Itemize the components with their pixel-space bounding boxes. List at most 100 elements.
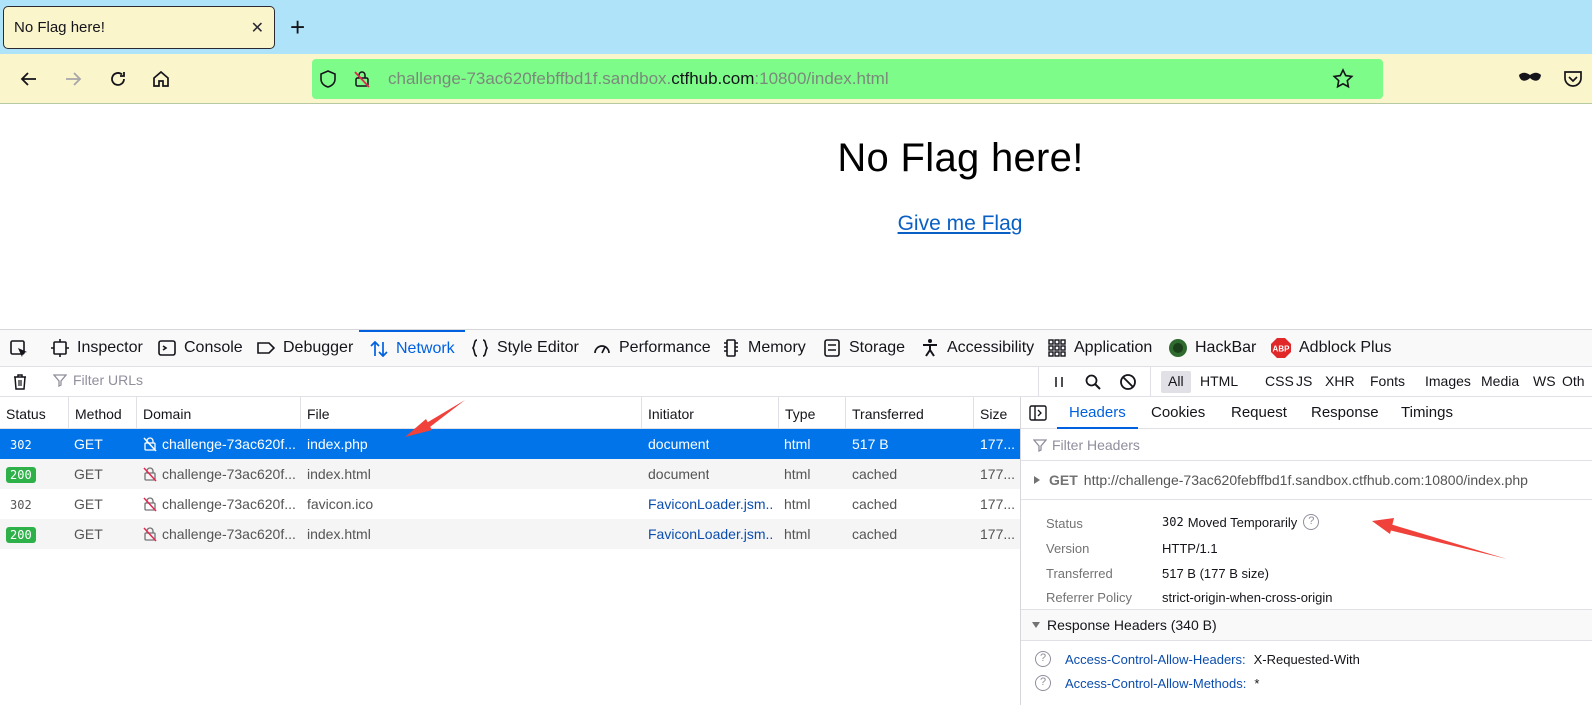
column-header-type[interactable]: Type xyxy=(778,397,815,429)
tab-label: Memory xyxy=(748,339,806,356)
forward-arrow-icon xyxy=(66,72,82,86)
filter-icon xyxy=(1033,439,1047,452)
response-headers-section[interactable]: Response Headers (340 B) xyxy=(1021,609,1592,641)
filter-media[interactable]: Media xyxy=(1474,371,1526,393)
new-tab-button[interactable]: + xyxy=(290,14,305,40)
tab-request[interactable]: Request xyxy=(1231,397,1287,429)
tab-response[interactable]: Response xyxy=(1311,397,1379,429)
filter-html[interactable]: HTML xyxy=(1193,371,1245,393)
filter-icon xyxy=(53,374,67,387)
column-header-domain[interactable]: Domain xyxy=(136,397,191,429)
tab-debugger[interactable]: Debugger xyxy=(256,330,353,366)
size-cell: 177... xyxy=(980,466,1016,482)
back-arrow-icon xyxy=(20,72,36,86)
block-icon[interactable] xyxy=(1119,373,1137,391)
trash-icon[interactable] xyxy=(11,373,29,391)
element-picker-icon[interactable] xyxy=(9,339,29,359)
version-value: HTTP/1.1 xyxy=(1162,541,1218,556)
tab-console[interactable]: Console xyxy=(157,330,243,366)
filter-fonts[interactable]: Fonts xyxy=(1363,371,1412,393)
version-label: Version xyxy=(1046,541,1090,556)
search-icon[interactable] xyxy=(1084,373,1102,391)
help-icon[interactable]: ? xyxy=(1035,651,1051,667)
filter-images[interactable]: Images xyxy=(1418,371,1478,393)
initiator-cell: document xyxy=(648,436,710,452)
tab-cookies[interactable]: Cookies xyxy=(1151,397,1205,429)
pocket-icon[interactable] xyxy=(1562,68,1584,90)
filter-headers-placeholder: Filter Headers xyxy=(1052,437,1140,453)
tab-accessibility[interactable]: Accessibility xyxy=(920,330,1034,366)
transferred-cell: cached xyxy=(852,526,898,542)
tab-title: No Flag here! xyxy=(14,19,105,36)
help-icon[interactable]: ? xyxy=(1303,514,1320,530)
insecure-lock-icon xyxy=(143,527,157,542)
private-mask-icon[interactable] xyxy=(1518,70,1542,86)
back-button[interactable] xyxy=(16,66,42,92)
initiator-link[interactable]: FaviconLoader.jsm... xyxy=(648,489,772,519)
filter-other[interactable]: Oth xyxy=(1555,371,1592,393)
tab-network[interactable]: Network xyxy=(359,330,465,366)
filter-all[interactable]: All xyxy=(1161,371,1191,393)
tab-storage[interactable]: Storage xyxy=(822,330,905,366)
tab-headers[interactable]: Headers xyxy=(1057,397,1138,429)
url-text[interactable]: challenge-73ac620febffbd1f.sandbox.ctfhu… xyxy=(388,69,889,89)
tab-label: Inspector xyxy=(77,339,143,356)
column-header-method[interactable]: Method xyxy=(68,397,122,429)
network-icon xyxy=(370,340,388,358)
column-header-file[interactable]: File xyxy=(300,397,330,429)
url-bar[interactable]: challenge-73ac620febffbd1f.sandbox.ctfhu… xyxy=(312,59,1383,99)
tab-application[interactable]: Application xyxy=(1047,330,1152,366)
insecure-lock-icon xyxy=(143,467,157,482)
devtools-toolbar: Inspector Console Debugger Network Style… xyxy=(0,330,1592,367)
reload-button[interactable] xyxy=(105,66,131,92)
toggle-sidebar-icon[interactable] xyxy=(1029,405,1047,421)
transferred-cell: cached xyxy=(852,496,898,512)
referrer-policy-value: strict-origin-when-cross-origin xyxy=(1162,590,1333,605)
tab-label: HackBar xyxy=(1195,339,1257,356)
request-line[interactable]: GET http://challenge-73ac620febffbd1f.sa… xyxy=(1033,472,1528,488)
column-header-size[interactable]: Size xyxy=(973,397,1007,429)
tab-label: Debugger xyxy=(283,339,354,356)
header-name[interactable]: Access-Control-Allow-Headers: xyxy=(1065,652,1246,667)
browser-tab[interactable]: No Flag here! ✕ xyxy=(3,6,275,49)
performance-icon xyxy=(594,345,610,354)
table-row[interactable]: 302 GET challenge-73ac620f... index.php … xyxy=(0,429,1020,459)
table-row[interactable]: 302 GET challenge-73ac620f... favicon.ic… xyxy=(0,489,1020,519)
file-cell: index.html xyxy=(307,526,371,542)
header-name[interactable]: Access-Control-Allow-Methods: xyxy=(1065,676,1246,691)
tab-timings[interactable]: Timings xyxy=(1401,397,1453,429)
tab-hackbar[interactable]: HackBar xyxy=(1168,330,1256,366)
tab-memory[interactable]: Memory xyxy=(721,330,806,366)
table-row[interactable]: 200 GET challenge-73ac620f... index.html… xyxy=(0,519,1020,549)
home-button[interactable] xyxy=(148,66,174,92)
domain-cell: challenge-73ac620f... xyxy=(162,496,296,512)
initiator-link[interactable]: FaviconLoader.jsm... xyxy=(648,519,772,549)
file-cell: favicon.ico xyxy=(307,496,374,512)
navigation-bar: challenge-73ac620febffbd1f.sandbox.ctfhu… xyxy=(0,54,1592,104)
type-cell: html xyxy=(784,496,811,512)
column-header-initiator[interactable]: Initiator xyxy=(641,397,694,429)
tab-adblock-plus[interactable]: ABP Adblock Plus xyxy=(1270,330,1392,366)
filter-xhr[interactable]: XHR xyxy=(1318,371,1362,393)
column-header-transferred[interactable]: Transferred xyxy=(845,397,924,429)
filter-headers-input[interactable]: Filter Headers xyxy=(1033,437,1140,453)
filter-urls-input[interactable]: Filter URLs xyxy=(53,372,143,388)
status-value: 302 Moved Temporarily ? xyxy=(1162,514,1320,530)
tab-inspector[interactable]: Inspector xyxy=(50,330,143,366)
application-icon xyxy=(1048,339,1066,357)
column-header-status[interactable]: Status xyxy=(0,397,46,429)
close-tab-icon[interactable]: ✕ xyxy=(251,18,264,38)
tab-performance[interactable]: Performance xyxy=(592,330,711,366)
forward-button[interactable] xyxy=(60,66,86,92)
pause-icon[interactable] xyxy=(1052,375,1066,389)
give-flag-link[interactable]: Give me Flag xyxy=(0,212,1592,236)
tab-label: Performance xyxy=(619,339,711,356)
help-icon[interactable]: ? xyxy=(1035,675,1051,691)
filter-js[interactable]: JS xyxy=(1289,371,1319,393)
status-code: 302 xyxy=(10,438,32,452)
table-row[interactable]: 200 GET challenge-73ac620f... index.html… xyxy=(0,459,1020,489)
type-cell: html xyxy=(784,466,811,482)
tab-style-editor[interactable]: Style Editor xyxy=(470,330,579,366)
divider xyxy=(1021,460,1592,461)
file-cell: index.php xyxy=(307,436,368,452)
